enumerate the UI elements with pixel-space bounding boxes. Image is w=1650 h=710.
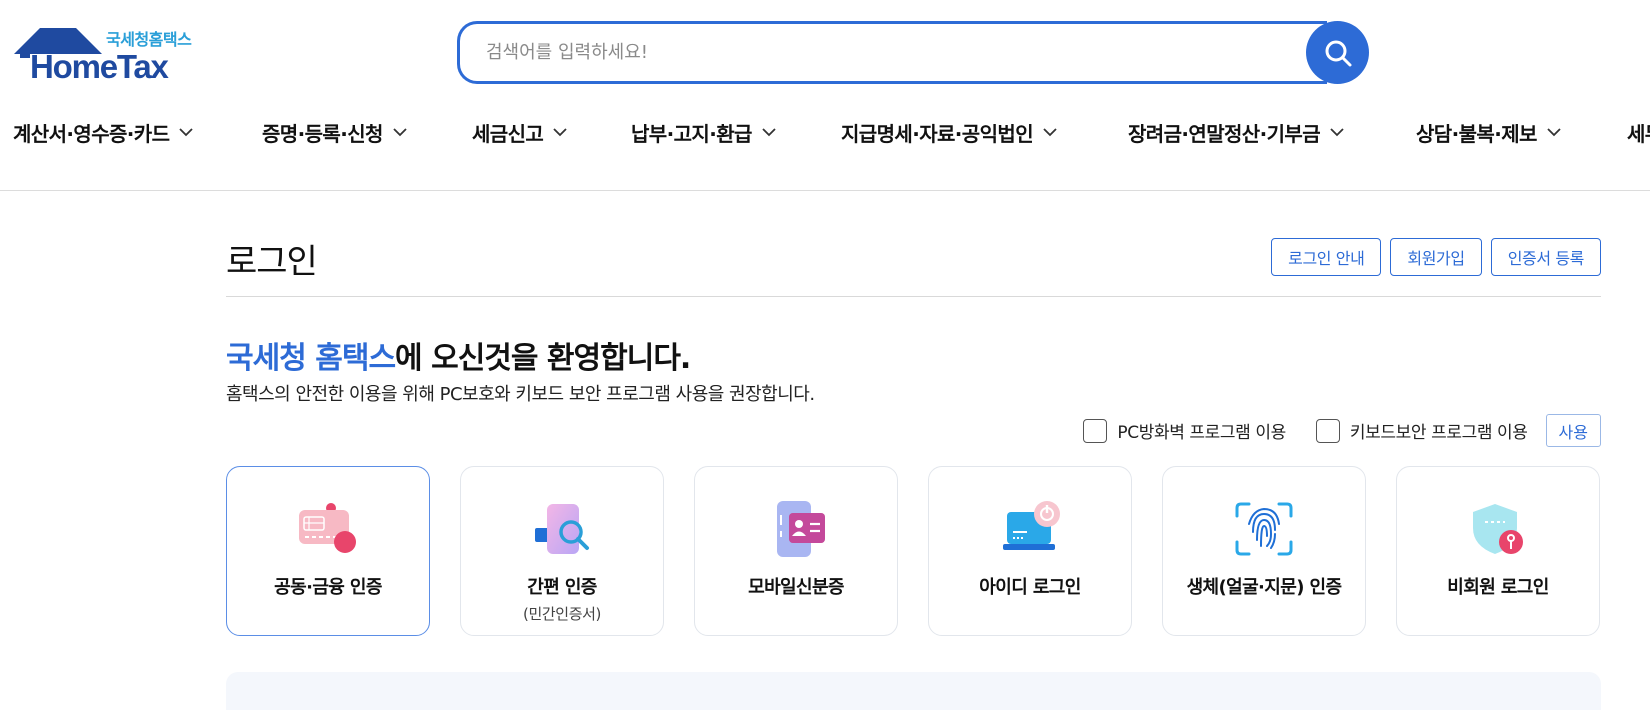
gnb-item-incentive[interactable]: 장려금·연말정산·기부금 bbox=[1128, 118, 1344, 147]
security-recommendation: 홈택스의 안전한 이용을 위해 PC보호와 키보드 보안 프로그램 사용을 권장… bbox=[226, 384, 815, 405]
login-top-buttons: 로그인 안내 회원가입 인증서 등록 bbox=[1271, 238, 1601, 276]
chevron-down-icon bbox=[393, 128, 407, 137]
join-button[interactable]: 회원가입 bbox=[1390, 238, 1482, 276]
gnb-item-statements[interactable]: 지급명세·자료·공익법인 bbox=[841, 118, 1057, 147]
gnb-item-label: 지급명세·자료·공익법인 bbox=[841, 122, 1034, 146]
chevron-down-icon bbox=[553, 128, 567, 137]
hometax-logo[interactable]: 국세청홈택스 HomeTax bbox=[14, 22, 204, 85]
gnb-item-payment[interactable]: 납부·고지·환급 bbox=[631, 118, 776, 147]
laptop-power-icon bbox=[995, 497, 1065, 561]
chevron-down-icon bbox=[762, 128, 776, 137]
main-navigation: 계산서·영수증·카드 증명·등록·신청 세금신고 납부·고지·환급 지급명세·자… bbox=[0, 118, 1650, 158]
certificate-card-icon bbox=[293, 497, 363, 561]
login-method-label: 모바일신분증 bbox=[748, 577, 844, 598]
login-method-label: 비회원 로그인 bbox=[1447, 577, 1549, 598]
login-method-label: 아이디 로그인 bbox=[979, 577, 1081, 598]
gnb-divider bbox=[0, 190, 1650, 191]
welcome-text: 에 오신것을 환영합니다. bbox=[395, 341, 691, 376]
mobile-id-icon bbox=[761, 497, 831, 561]
welcome-highlight: 국세청 홈택스 bbox=[226, 341, 396, 376]
search-input[interactable] bbox=[457, 21, 1327, 84]
firewall-option[interactable]: PC방화벽 프로그램 이용 bbox=[1083, 418, 1286, 443]
login-method-biometric[interactable]: 생체(얼굴·지문) 인증 bbox=[1162, 466, 1366, 636]
security-options: PC방화벽 프로그램 이용 키보드보안 프로그램 이용 사용 bbox=[1083, 414, 1601, 447]
gnb-item-label: 증명·등록·신청 bbox=[262, 122, 383, 146]
cert-register-button[interactable]: 인증서 등록 bbox=[1490, 238, 1601, 276]
welcome-heading: 국세청 홈택스에 오신것을 환영합니다. bbox=[226, 333, 691, 377]
search-icon bbox=[1325, 40, 1351, 66]
login-method-guest[interactable]: 비회원 로그인 bbox=[1396, 466, 1600, 636]
gnb-item-certificate[interactable]: 증명·등록·신청 bbox=[262, 118, 407, 147]
chevron-down-icon bbox=[1043, 128, 1057, 137]
gnb-item-label: 세금신고 bbox=[472, 122, 544, 146]
firewall-checkbox[interactable] bbox=[1083, 418, 1108, 443]
login-method-simple-auth[interactable]: 간편 인증 (민간인증서) bbox=[460, 466, 664, 636]
logo-title: HomeTax bbox=[30, 48, 169, 85]
chevron-down-icon bbox=[179, 128, 194, 137]
gnb-item-label: 계산서·영수증·카드 bbox=[13, 122, 170, 146]
login-method-label: 생체(얼굴·지문) 인증 bbox=[1186, 577, 1342, 598]
search-button[interactable] bbox=[1306, 21, 1369, 84]
login-method-sublabel: (민간인증서) bbox=[523, 605, 601, 623]
gnb-item-label: 장려금·연말정산·기부금 bbox=[1128, 122, 1321, 146]
gnb-item-tax-report[interactable]: 세금신고 bbox=[472, 118, 567, 147]
gnb-item-invoice[interactable]: 계산서·영수증·카드 bbox=[13, 118, 194, 147]
logo-subtitle: 국세청홈택스 bbox=[106, 30, 192, 49]
gnb-item-label: 납부·고지·환급 bbox=[631, 122, 752, 146]
use-button[interactable]: 사용 bbox=[1545, 414, 1601, 447]
chevron-down-icon bbox=[1547, 128, 1561, 137]
search-bar bbox=[457, 21, 1370, 84]
chevron-down-icon bbox=[1330, 128, 1344, 137]
fingerprint-icon bbox=[1229, 497, 1299, 561]
login-guide-button[interactable]: 로그인 안내 bbox=[1271, 238, 1382, 276]
gnb-item-tax-office[interactable]: 세무 bbox=[1627, 118, 1650, 147]
shield-key-icon bbox=[1463, 497, 1533, 561]
login-methods: 공동·금융 인증 간편 인증 (민간인증서) 모바일신분증 아이디 로그인 생체… bbox=[226, 466, 1600, 636]
keyboard-security-label: 키보드보안 프로그램 이용 bbox=[1349, 423, 1528, 443]
login-method-label: 공동·금융 인증 bbox=[274, 577, 382, 598]
firewall-label: PC방화벽 프로그램 이용 bbox=[1117, 423, 1286, 443]
login-method-label: 간편 인증 bbox=[527, 577, 597, 598]
page-title: 로그인 bbox=[226, 242, 318, 282]
login-form-panel bbox=[226, 672, 1601, 710]
gnb-item-consult[interactable]: 상담·불복·제보 bbox=[1416, 118, 1561, 147]
title-divider bbox=[226, 296, 1601, 297]
keyboard-security-option[interactable]: 키보드보안 프로그램 이용 bbox=[1315, 418, 1528, 443]
login-method-id[interactable]: 아이디 로그인 bbox=[928, 466, 1132, 636]
login-method-joint-certificate[interactable]: 공동·금융 인증 bbox=[226, 466, 430, 636]
simple-auth-icon bbox=[527, 497, 597, 561]
keyboard-security-checkbox[interactable] bbox=[1315, 418, 1340, 443]
login-method-mobile-id[interactable]: 모바일신분증 bbox=[694, 466, 898, 636]
gnb-item-label: 세무 bbox=[1627, 122, 1650, 146]
gnb-item-label: 상담·불복·제보 bbox=[1416, 122, 1537, 146]
